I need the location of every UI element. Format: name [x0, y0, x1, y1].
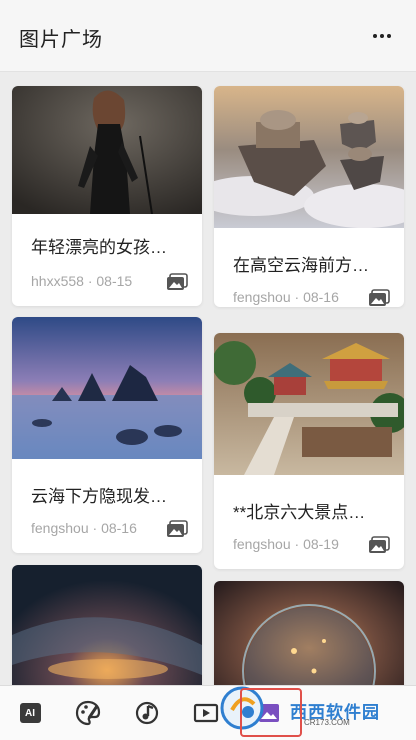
- card-title: **北京六大景点…: [233, 503, 366, 522]
- card-title: 在高空云海前方…: [233, 256, 369, 275]
- more-dots-icon[interactable]: [368, 22, 396, 50]
- image-card[interactable]: 年轻漂亮的女孩… hhxx558 · 08-15: [12, 86, 202, 306]
- card-image[interactable]: [214, 86, 404, 228]
- card-author: fengshou: [233, 289, 291, 305]
- video-icon[interactable]: [193, 700, 219, 726]
- card-author: fengshou: [31, 520, 89, 536]
- gallery-icon[interactable]: [368, 289, 390, 307]
- card-author: fengshou: [233, 536, 291, 552]
- ai-label: AI: [19, 703, 41, 723]
- card-date: 08-15: [96, 273, 133, 289]
- image-card[interactable]: [214, 581, 404, 685]
- card-date: 08-16: [303, 289, 339, 305]
- gallery-icon[interactable]: [166, 520, 188, 538]
- palette-icon[interactable]: [75, 700, 101, 726]
- card-meta: fengshou · 08-19: [233, 536, 339, 552]
- gallery-icon[interactable]: [166, 273, 188, 291]
- card-image[interactable]: [214, 333, 404, 475]
- image-card[interactable]: 云海下方隐现发… fengshou · 08-16: [12, 317, 202, 553]
- card-meta: hhxx558 · 08-15: [31, 273, 132, 289]
- card-title: 云海下方隐现发…: [31, 487, 167, 506]
- card-image[interactable]: [214, 581, 404, 685]
- watermark-site: CR173.COM: [304, 718, 350, 727]
- ai-icon[interactable]: AI: [17, 700, 43, 726]
- meta-separator: ·: [294, 536, 300, 552]
- music-note-icon[interactable]: [135, 700, 161, 726]
- card-title: 年轻漂亮的女孩…: [31, 238, 167, 257]
- image-feed[interactable]: 年轻漂亮的女孩… hhxx558 · 08-15 在高空云海前方… fengsh…: [0, 73, 416, 685]
- card-meta: fengshou · 08-16: [233, 289, 339, 305]
- card-author: hhxx558: [31, 273, 84, 289]
- gallery-icon[interactable]: [368, 536, 390, 554]
- app-header: 图片广场: [0, 0, 416, 72]
- card-image[interactable]: [12, 317, 202, 459]
- card-image[interactable]: [12, 565, 202, 685]
- card-date: 08-19: [303, 536, 339, 552]
- meta-separator: ·: [294, 289, 300, 305]
- card-date: 08-16: [101, 520, 137, 536]
- card-meta: fengshou · 08-16: [31, 520, 137, 536]
- image-card[interactable]: 在高空云海前方… fengshou · 08-16: [214, 86, 404, 307]
- app-screen: 图片广场 年轻漂亮的女孩… hhxx558 · 08-15 在高空云海前方… f…: [0, 0, 416, 740]
- meta-separator: ·: [92, 520, 98, 536]
- meta-separator: ·: [87, 273, 93, 289]
- image-card[interactable]: [12, 565, 202, 685]
- page-title: 图片广场: [19, 29, 103, 51]
- highlight-box: [240, 688, 302, 737]
- image-card[interactable]: **北京六大景点… fengshou · 08-19: [214, 333, 404, 569]
- card-image[interactable]: [12, 86, 202, 214]
